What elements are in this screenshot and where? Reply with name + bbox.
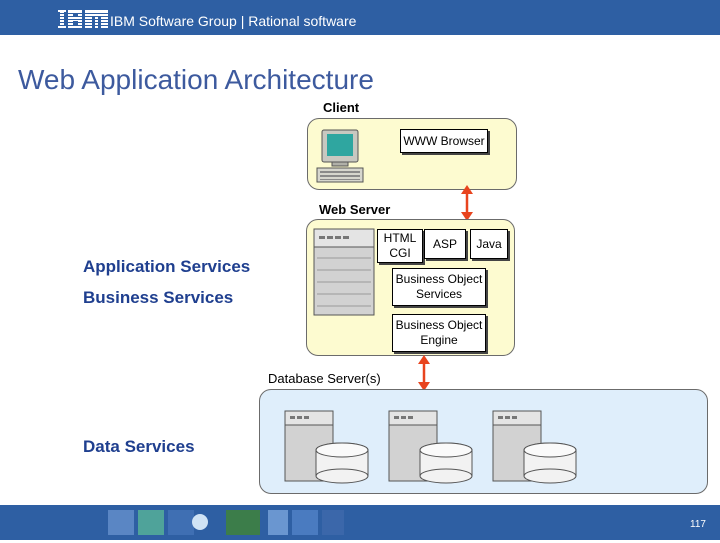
asp-box: ASP [424, 229, 466, 259]
database-server-icon-3 [492, 406, 577, 491]
data-services-label: Data Services [83, 437, 195, 456]
web-server-icon [313, 228, 375, 321]
html-cgi-box: HTML CGI [377, 229, 423, 263]
www-browser-box: WWW Browser [400, 129, 488, 153]
business-object-services-box: Business Object Services [392, 268, 486, 306]
computer-icon [316, 128, 366, 189]
ibm-logo [58, 8, 108, 30]
database-server-icon-2 [388, 406, 473, 491]
page-title: Web Application Architecture [18, 64, 374, 95]
database-label: Database Server(s) [268, 371, 381, 386]
database-server-icon-1 [284, 406, 369, 491]
business-object-engine-box: Business Object Engine [392, 314, 486, 352]
header-bar [0, 0, 720, 35]
page-number: 117 [690, 519, 706, 530]
business-services-label: Business Services [83, 288, 234, 307]
java-box: Java [470, 229, 508, 259]
footer-decoration-icons [108, 507, 368, 543]
application-services-label: Application Services [83, 257, 251, 276]
client-label: Client [323, 100, 360, 115]
header-text: IBM Software Group | Rational software [110, 13, 357, 29]
web-server-label: Web Server [319, 202, 391, 217]
